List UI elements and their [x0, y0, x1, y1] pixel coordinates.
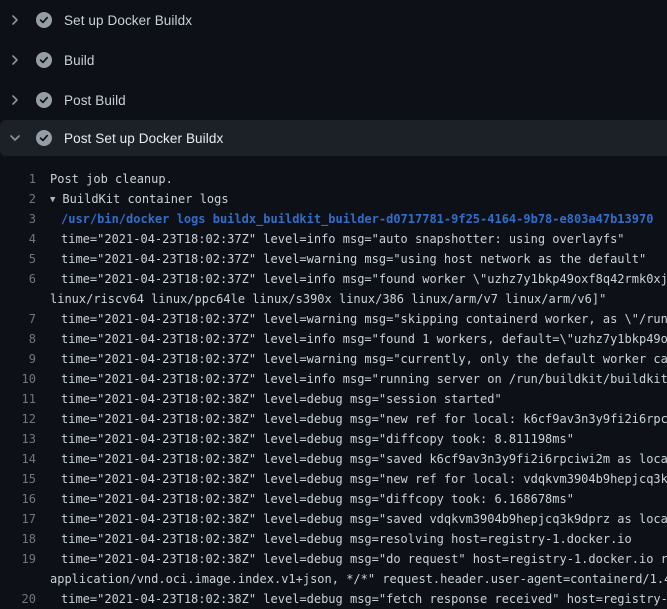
line-number[interactable]: 3 [0, 209, 36, 229]
line-number[interactable]: 7 [0, 309, 36, 329]
line-number[interactable]: 1 [0, 169, 36, 189]
log-line: 5 time="2021-04-23T18:02:37Z" level=warni… [0, 249, 667, 269]
log-text: linux/riscv64 linux/ppc64le linux/s390x … [50, 289, 606, 309]
step-header-post-build[interactable]: Post Build [0, 80, 667, 120]
step-title: Post Build [64, 93, 126, 108]
log-line: 7 time="2021-04-23T18:02:37Z" level=warni… [0, 309, 667, 329]
log-line: 4 time="2021-04-23T18:02:37Z" level=info … [0, 229, 667, 249]
log-text: application/vnd.oci.image.index.v1+json,… [50, 569, 667, 589]
log-line: 12 time="2021-04-23T18:02:38Z" level=debu… [0, 409, 667, 429]
step-header-set-up-docker-buildx[interactable]: Set up Docker Buildx [0, 0, 667, 40]
log-text: time="2021-04-23T18:02:38Z" level=debug … [61, 389, 502, 409]
line-number[interactable]: 13 [0, 429, 36, 449]
log-text: time="2021-04-23T18:02:37Z" level=warnin… [61, 309, 667, 329]
check-circle-icon [36, 12, 52, 28]
line-number[interactable]: 6 [0, 269, 36, 289]
log-group-toggle[interactable]: ▼ BuildKit container logs [50, 189, 229, 209]
step-header-build[interactable]: Build [0, 40, 667, 80]
line-number[interactable]: 5 [0, 249, 36, 269]
log-line: 11 time="2021-04-23T18:02:38Z" level=debu… [0, 389, 667, 409]
log-line: 2 ▼ BuildKit container logs [0, 189, 667, 209]
line-number[interactable]: 17 [0, 509, 36, 529]
log-line: 15 time="2021-04-23T18:02:38Z" level=debu… [0, 469, 667, 489]
step-header-post-set-up-docker-buildx[interactable]: Post Set up Docker Buildx [0, 120, 667, 156]
log-text: time="2021-04-23T18:02:38Z" level=debug … [61, 589, 667, 609]
log-line: 17 time="2021-04-23T18:02:38Z" level=debu… [0, 509, 667, 529]
log-line: 9 time="2021-04-23T18:02:37Z" level=warni… [0, 349, 667, 369]
log-text: time="2021-04-23T18:02:38Z" level=debug … [61, 429, 574, 449]
line-number[interactable]: 15 [0, 469, 36, 489]
log-text: Post job cleanup. [50, 169, 173, 189]
line-number[interactable]: 14 [0, 449, 36, 469]
log-viewer: 1 Post job cleanup. 2 ▼ BuildKit container l… [0, 160, 667, 609]
log-line: 19 time="2021-04-23T18:02:38Z" level=debu… [0, 549, 667, 569]
log-line: 20 time="2021-04-23T18:02:38Z" level=debu… [0, 589, 667, 609]
step-title: Build [64, 53, 95, 68]
check-circle-icon [36, 130, 52, 146]
group-expander-icon: ▼ [50, 190, 55, 210]
log-text: time="2021-04-23T18:02:37Z" level=warnin… [61, 349, 667, 369]
log-text: time="2021-04-23T18:02:37Z" level=info m… [61, 269, 667, 289]
log-line: 14 time="2021-04-23T18:02:38Z" level=debu… [0, 449, 667, 469]
log-line-continuation: linux/riscv64 linux/ppc64le linux/s390x … [0, 289, 667, 309]
step-title: Set up Docker Buildx [64, 13, 192, 28]
line-number[interactable]: 8 [0, 329, 36, 349]
log-line: 10 time="2021-04-23T18:02:37Z" level=info… [0, 369, 667, 389]
log-text: time="2021-04-23T18:02:38Z" level=debug … [61, 549, 667, 569]
line-number[interactable]: 9 [0, 349, 36, 369]
log-text: time="2021-04-23T18:02:38Z" level=debug … [61, 409, 667, 429]
line-number[interactable]: 12 [0, 409, 36, 429]
chevron-right-icon [0, 14, 30, 26]
line-number[interactable]: 2 [0, 189, 36, 209]
log-text: time="2021-04-23T18:02:38Z" level=debug … [61, 489, 574, 509]
line-number [0, 569, 36, 589]
line-number[interactable]: 18 [0, 529, 36, 549]
log-text: time="2021-04-23T18:02:37Z" level=info m… [61, 369, 667, 389]
line-number[interactable]: 11 [0, 389, 36, 409]
log-line: 3/usr/bin/docker logs buildx_buildkit_bu… [0, 209, 667, 229]
line-number[interactable]: 10 [0, 369, 36, 389]
log-text: time="2021-04-23T18:02:37Z" level=info m… [61, 329, 667, 349]
check-circle-icon [36, 52, 52, 68]
log-text: time="2021-04-23T18:02:38Z" level=debug … [61, 529, 632, 549]
log-line: 1 Post job cleanup. [0, 169, 667, 189]
chevron-down-icon [0, 132, 30, 144]
log-line: 13 time="2021-04-23T18:02:38Z" level=debu… [0, 429, 667, 449]
log-text: time="2021-04-23T18:02:38Z" level=debug … [61, 509, 667, 529]
check-circle-icon [36, 92, 52, 108]
log-group-title: BuildKit container logs [62, 189, 228, 209]
log-command-text: /usr/bin/docker logs buildx_buildkit_bui… [61, 209, 653, 229]
step-title: Post Set up Docker Buildx [64, 131, 223, 146]
line-number[interactable]: 20 [0, 589, 36, 609]
line-number[interactable]: 16 [0, 489, 36, 509]
chevron-right-icon [0, 54, 30, 66]
log-line: 6 time="2021-04-23T18:02:37Z" level=info … [0, 269, 667, 289]
log-text: time="2021-04-23T18:02:38Z" level=debug … [61, 469, 667, 489]
chevron-right-icon [0, 94, 30, 106]
log-text: time="2021-04-23T18:02:37Z" level=info m… [61, 229, 625, 249]
step-list: Set up Docker Buildx Build Post Build Post … [0, 0, 667, 156]
log-text: time="2021-04-23T18:02:38Z" level=debug … [61, 449, 667, 469]
log-line: 8 time="2021-04-23T18:02:37Z" level=info … [0, 329, 667, 349]
log-line: 16 time="2021-04-23T18:02:38Z" level=debu… [0, 489, 667, 509]
line-number[interactable]: 4 [0, 229, 36, 249]
line-number[interactable]: 19 [0, 549, 36, 569]
line-number [0, 289, 36, 309]
log-line-continuation: application/vnd.oci.image.index.v1+json,… [0, 569, 667, 589]
log-line: 18 time="2021-04-23T18:02:38Z" level=debu… [0, 529, 667, 549]
log-text: time="2021-04-23T18:02:37Z" level=warnin… [61, 249, 646, 269]
